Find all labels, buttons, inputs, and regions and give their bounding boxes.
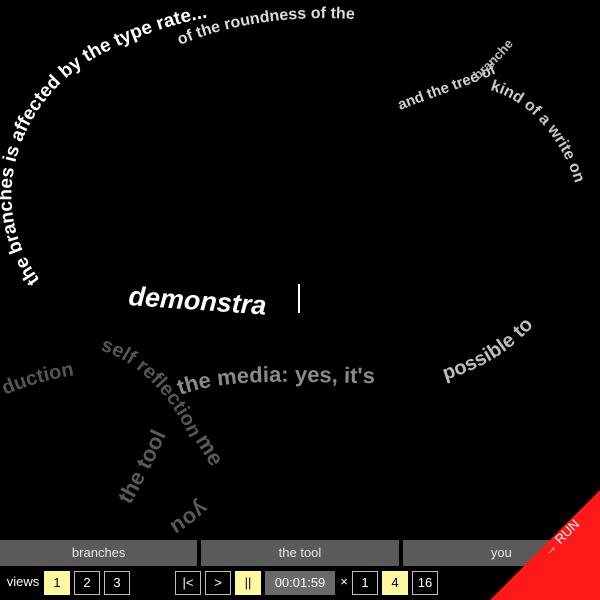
view-2-button[interactable]: 2 xyxy=(74,571,100,595)
tab-bar: branches the tool you xyxy=(0,540,600,566)
phrase-media2-text: the media: yes, it's xyxy=(174,362,375,400)
speed-1-button[interactable]: 1 xyxy=(352,571,378,595)
phrase-the-tool: the tool xyxy=(113,426,171,508)
phrase-main: the branches is affected by the type rat… xyxy=(0,2,209,290)
rewind-button[interactable]: |< xyxy=(175,571,201,595)
phrase-media-text: possible to xyxy=(440,314,538,385)
phrase-kind-text: kind of a write on xyxy=(489,78,588,185)
step-button[interactable]: > xyxy=(205,571,231,595)
tab-branches[interactable]: branches xyxy=(0,540,198,566)
phrase-media: possible to xyxy=(440,314,538,385)
phrase-kind: kind of a write on xyxy=(489,78,588,185)
speed-label: × xyxy=(340,574,348,589)
view-3-button[interactable]: 3 xyxy=(104,571,130,595)
speed-4-button[interactable]: 4 xyxy=(382,571,408,595)
phrase-you: you xyxy=(166,496,213,540)
phrase-duction-text: duction xyxy=(0,358,75,399)
tab-the-tool[interactable]: the tool xyxy=(201,540,399,566)
phrase-media2: the media: yes, it's xyxy=(174,362,375,400)
pause-icon: || xyxy=(244,575,252,590)
text-cursor xyxy=(298,284,300,313)
play-icon: > xyxy=(214,575,222,590)
phrase-duction: duction xyxy=(0,358,75,399)
speed-16-button[interactable]: 16 xyxy=(412,571,438,595)
rewind-icon: |< xyxy=(182,575,194,590)
time-display: 00:01:59 xyxy=(265,571,335,595)
phrase-you-text: you xyxy=(166,496,213,540)
pause-button[interactable]: || xyxy=(235,571,261,595)
phrase-the-tool-text: the tool xyxy=(113,426,171,508)
typing-text: demonstra xyxy=(128,281,268,321)
phrase-main-text: the branches is affected by the type rat… xyxy=(0,2,209,290)
text-canvas: the branches is affected by the type rat… xyxy=(0,0,588,540)
view-1-button[interactable]: 1 xyxy=(44,571,70,595)
views-label: views xyxy=(6,574,40,589)
